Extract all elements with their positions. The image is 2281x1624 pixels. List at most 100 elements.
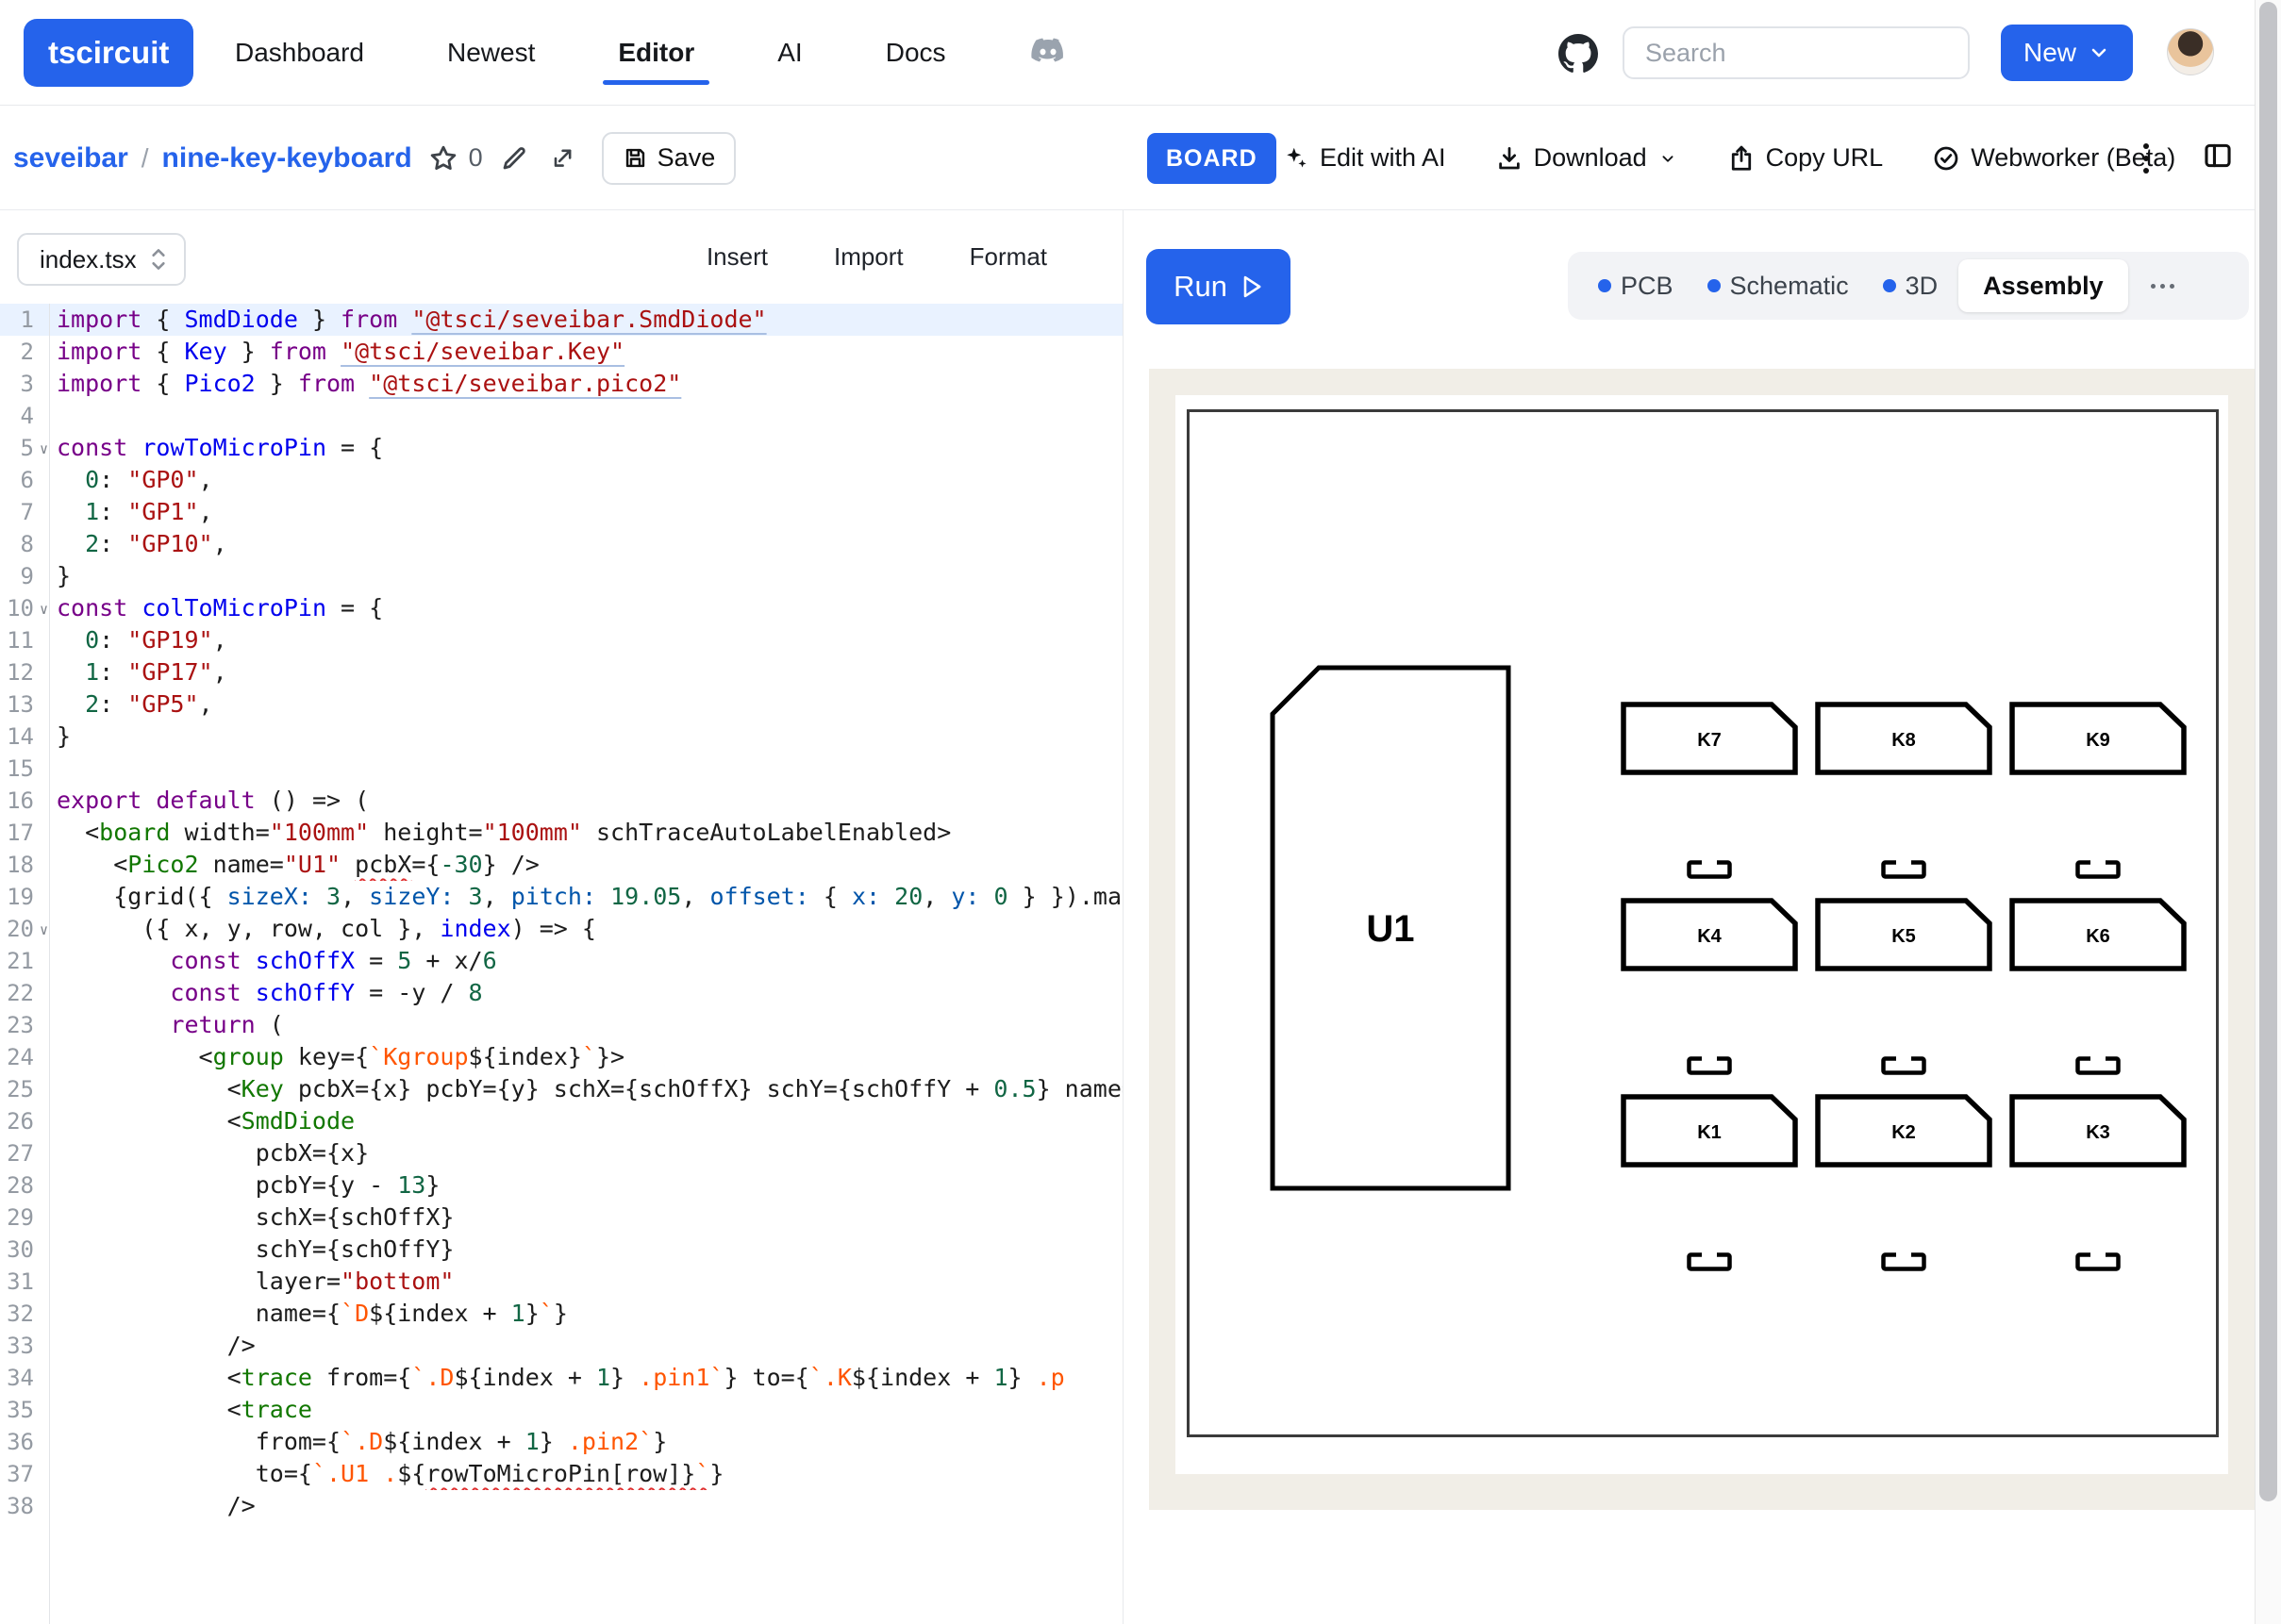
run-button[interactable]: Run: [1146, 249, 1290, 324]
assembly-key-k8: K8: [1815, 702, 1992, 775]
code-line-35[interactable]: 35 <trace: [0, 1394, 1123, 1426]
code-line-6[interactable]: 6 0: "GP0",: [0, 464, 1123, 496]
board-badge[interactable]: BOARD: [1147, 133, 1276, 184]
top-navbar: tscircuit Dashboard Newest Editor AI Docs Ne…: [0, 0, 2255, 106]
line-number-36: 36: [0, 1426, 49, 1458]
github-icon[interactable]: [1558, 34, 1598, 74]
play-icon: [1240, 273, 1263, 300]
code-line-13[interactable]: 13 2: "GP5",: [0, 688, 1123, 721]
code-line-33[interactable]: 33 />: [0, 1330, 1123, 1362]
board-outline: U1 K7 K8 K9 K4 K5 K6 K1 K2 K3: [1187, 409, 2219, 1437]
code-line-1[interactable]: 1import { SmdDiode } from "@tsci/seveiba…: [0, 304, 1123, 336]
copy-url-button[interactable]: Copy URL: [1727, 143, 1884, 173]
code-line-10[interactable]: 10∨const colToMicroPin = {: [0, 592, 1123, 624]
run-button-label: Run: [1174, 270, 1227, 304]
fold-toggle-icon[interactable]: ∨: [40, 593, 48, 625]
code-line-32[interactable]: 32 name={`D${index + 1}`}: [0, 1298, 1123, 1330]
search-input[interactable]: [1623, 26, 1970, 79]
code-line-11[interactable]: 11 0: "GP19",: [0, 624, 1123, 656]
nav-item-editor[interactable]: Editor: [614, 0, 698, 106]
line-number-27: 27: [0, 1137, 49, 1169]
code-line-7[interactable]: 7 1: "GP1",: [0, 496, 1123, 528]
code-line-37[interactable]: 37 to={`.U1 .${rowToMicroPin[row]}`}: [0, 1458, 1123, 1490]
code-line-23[interactable]: 23 return (: [0, 1009, 1123, 1041]
open-share-icon[interactable]: [545, 141, 579, 175]
discord-icon[interactable]: [1025, 0, 1071, 106]
code-line-20[interactable]: 20∨ ({ x, y, row, col }, index) => {: [0, 913, 1123, 945]
code-line-26[interactable]: 26 <SmdDiode: [0, 1105, 1123, 1137]
line-number-37: 37: [0, 1458, 49, 1490]
fold-toggle-icon[interactable]: ∨: [40, 433, 48, 465]
nav-item-ai[interactable]: AI: [774, 0, 806, 106]
save-button-label: Save: [658, 143, 716, 173]
assembly-diode-r2c1: [1687, 1056, 1732, 1075]
code-line-5[interactable]: 5∨const rowToMicroPin = {: [0, 432, 1123, 464]
code-line-19[interactable]: 19 {grid({ sizeX: 3, sizeY: 3, pitch: 19…: [0, 881, 1123, 913]
editor-menu-import[interactable]: Import: [834, 242, 904, 272]
tscircuit-logo[interactable]: tscircuit: [24, 19, 193, 87]
code-text-9: }: [49, 560, 1123, 592]
code-line-25[interactable]: 25 <Key pcbX={x} pcbY={y} schX={schOffX}…: [0, 1073, 1123, 1105]
code-line-8[interactable]: 8 2: "GP10",: [0, 528, 1123, 560]
code-line-34[interactable]: 34 <trace from={`.D${index + 1} .pin1`} …: [0, 1362, 1123, 1394]
code-line-18[interactable]: 18 <Pico2 name="U1" pcbX={-30} />: [0, 849, 1123, 881]
code-line-2[interactable]: 2import { Key } from "@tsci/seveibar.Key…: [0, 336, 1123, 368]
breadcrumb-project[interactable]: nine-key-keyboard: [162, 142, 412, 174]
code-line-3[interactable]: 3import { Pico2 } from "@tsci/seveibar.p…: [0, 368, 1123, 400]
code-line-12[interactable]: 12 1: "GP17",: [0, 656, 1123, 688]
code-line-29[interactable]: 29 schX={schOffX}: [0, 1201, 1123, 1234]
assembly-diode-r3c2: [1881, 1252, 1926, 1271]
code-line-17[interactable]: 17 <board width="100mm" height="100mm" s…: [0, 817, 1123, 849]
code-line-30[interactable]: 30 schY={schOffY}: [0, 1234, 1123, 1266]
download-button[interactable]: Download: [1495, 143, 1678, 173]
assembly-canvas[interactable]: U1 K7 K8 K9 K4 K5 K6 K1 K2 K3: [1149, 369, 2255, 1510]
code-text-14: }: [49, 721, 1123, 753]
breadcrumb-owner[interactable]: seveibar: [13, 142, 128, 174]
new-button[interactable]: New: [2001, 25, 2133, 81]
page-scrollbar-thumb[interactable]: [2259, 2, 2277, 1501]
view-tab-assembly[interactable]: Assembly: [1958, 259, 2128, 312]
nav-item-newest[interactable]: Newest: [443, 0, 539, 106]
breadcrumb: seveibar / nine-key-keyboard 0 Save: [13, 106, 736, 210]
edit-with-ai-button[interactable]: Edit with AI: [1281, 143, 1446, 173]
line-number-10: 10∨: [0, 592, 49, 624]
view-tab-3d[interactable]: 3D: [1870, 259, 1952, 312]
code-line-24[interactable]: 24 <group key={`Kgroup${index}`}>: [0, 1041, 1123, 1073]
code-line-15[interactable]: 15: [0, 753, 1123, 785]
fold-toggle-icon[interactable]: ∨: [40, 914, 48, 946]
nav-item-docs[interactable]: Docs: [882, 0, 950, 106]
save-button[interactable]: Save: [602, 132, 737, 185]
chevron-up-down-icon: [148, 245, 169, 273]
editor-menu-insert[interactable]: Insert: [707, 242, 768, 272]
code-line-38[interactable]: 38 />: [0, 1490, 1123, 1522]
assembly-key-k3: K3: [2009, 1094, 2187, 1168]
line-number-15: 15: [0, 753, 49, 785]
code-line-31[interactable]: 31 layer="bottom": [0, 1266, 1123, 1298]
code-line-28[interactable]: 28 pcbY={y - 13}: [0, 1169, 1123, 1201]
code-line-27[interactable]: 27 pcbX={x}: [0, 1137, 1123, 1169]
code-area[interactable]: 1import { SmdDiode } from "@tsci/seveiba…: [0, 304, 1123, 1624]
code-text-26: <SmdDiode: [49, 1105, 1123, 1137]
code-text-15: [49, 753, 1123, 785]
star-icon[interactable]: [425, 141, 461, 176]
code-line-16[interactable]: 16export default () => (: [0, 785, 1123, 817]
view-tab-pcb[interactable]: PCB: [1585, 259, 1687, 312]
code-line-4[interactable]: 4: [0, 400, 1123, 432]
code-text-31: layer="bottom": [49, 1266, 1123, 1298]
code-line-22[interactable]: 22 const schOffY = -y / 8: [0, 977, 1123, 1009]
edit-pencil-icon[interactable]: [496, 141, 532, 176]
editor-menu-format[interactable]: Format: [970, 242, 1047, 272]
more-options-icon[interactable]: [2134, 137, 2158, 180]
code-line-36[interactable]: 36 from={`.D${index + 1} .pin2`}: [0, 1426, 1123, 1458]
svg-text:K2: K2: [1891, 1122, 1916, 1143]
file-selector[interactable]: index.tsx: [17, 233, 186, 286]
avatar[interactable]: [2167, 28, 2214, 75]
toggle-panel-icon[interactable]: [2202, 140, 2234, 176]
code-text-20: ({ x, y, row, col }, index) => {: [49, 913, 1123, 945]
view-tab-schematic[interactable]: Schematic: [1694, 259, 1862, 312]
code-line-9[interactable]: 9}: [0, 560, 1123, 592]
code-line-14[interactable]: 14}: [0, 721, 1123, 753]
nav-item-dashboard[interactable]: Dashboard: [231, 0, 368, 106]
code-line-21[interactable]: 21 const schOffX = 5 + x/6: [0, 945, 1123, 977]
ellipsis-icon[interactable]: [2141, 274, 2184, 298]
